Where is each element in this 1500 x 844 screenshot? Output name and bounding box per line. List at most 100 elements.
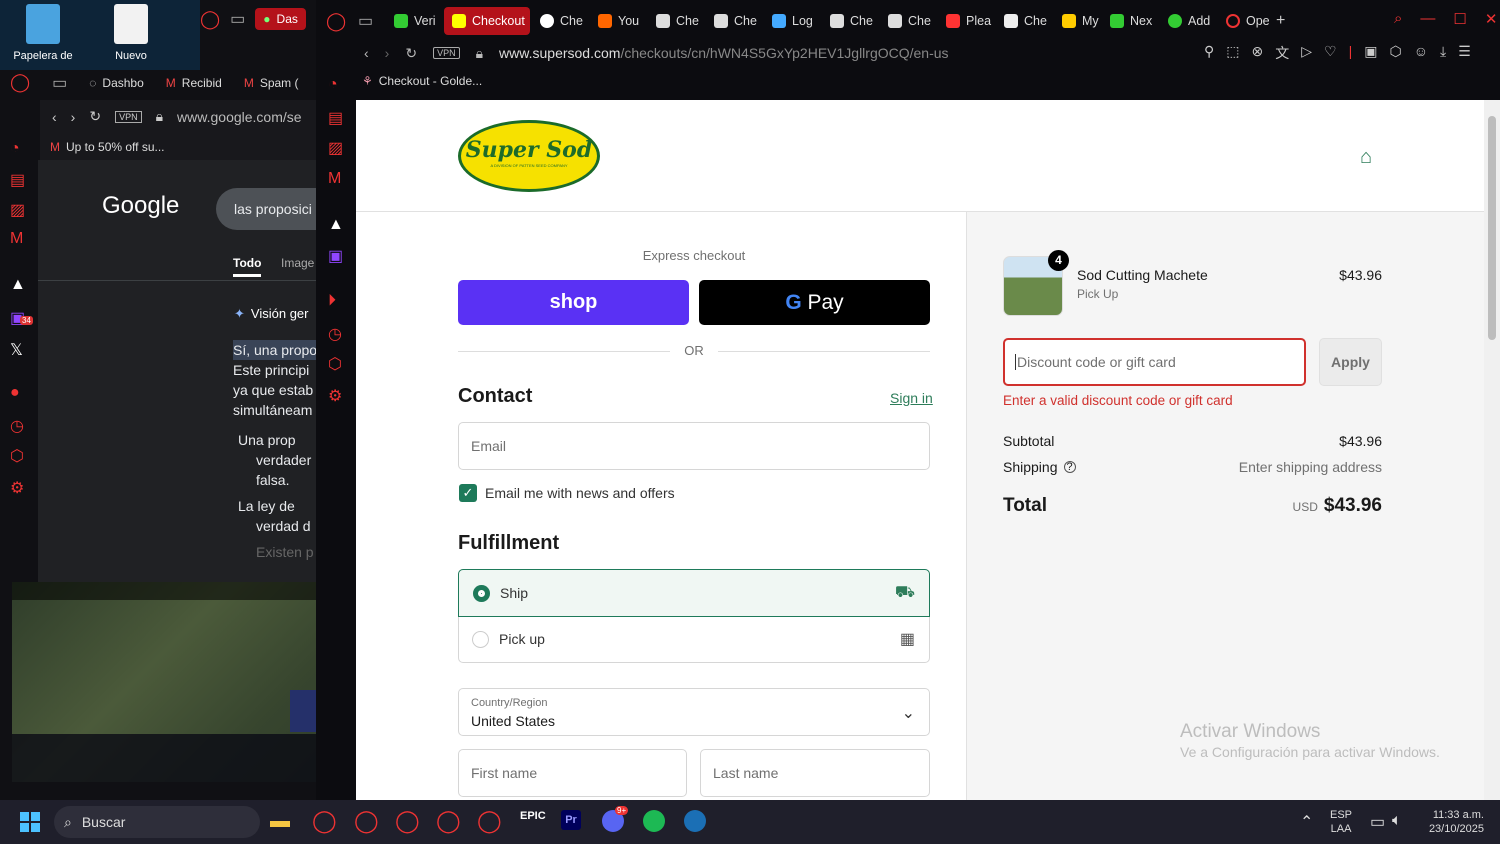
tab[interactable]: Che [706, 7, 762, 35]
supersod-logo[interactable]: Super Sod A DIVISION OF PATTEN SEED COMP… [458, 120, 600, 192]
settings-icon[interactable]: ⚙ [328, 386, 342, 406]
maximize-icon[interactable]: ☐ [1453, 10, 1466, 28]
chevron-up-icon[interactable]: ⌃ [1300, 812, 1313, 832]
google-pay-button[interactable]: G Pay [699, 280, 930, 325]
pin-icon[interactable]: ⚲ [1204, 43, 1214, 63]
shopping-bag-icon[interactable]: ⌂ [1360, 146, 1372, 169]
vpn-badge[interactable]: VPN [433, 47, 460, 59]
snapshot-icon[interactable]: ⬚ [1226, 43, 1239, 63]
volume-icon[interactable]: 🔈︎ [1392, 812, 1402, 830]
x-twitter-icon[interactable]: 𝕏 [10, 340, 23, 360]
tab[interactable]: Che [880, 7, 936, 35]
opera-taskbar-icon[interactable]: ◯ [436, 808, 461, 834]
url-field[interactable]: www.supersod.com/checkouts/cn/hWN4S5GxYp… [499, 45, 949, 61]
opera-taskbar-icon[interactable]: ◯ [354, 808, 379, 834]
tab[interactable]: Che [822, 7, 878, 35]
tab-island-icon[interactable]: ▣ [1364, 43, 1377, 63]
tab-images[interactable]: Image [281, 256, 314, 270]
tab[interactable]: Che [996, 7, 1052, 35]
menu-icon[interactable]: ☰ [1458, 43, 1471, 63]
profile-icon[interactable]: ☺ [1414, 43, 1428, 63]
extensions-icon[interactable]: ⬡ [328, 354, 342, 374]
country-select[interactable]: Country/Region United States ⌄ [458, 688, 930, 736]
back-tab-active[interactable]: ● Das [255, 8, 306, 30]
pinboard-icon[interactable]: ▨ [328, 138, 343, 158]
page-scrollbar[interactable] [1484, 100, 1500, 800]
tab[interactable]: Add [1160, 7, 1216, 35]
reload-icon[interactable]: ↻ [89, 108, 101, 125]
opera-icon[interactable]: ◯ [200, 9, 220, 30]
messenger-icon[interactable]: M [10, 230, 23, 248]
new-tab-icon[interactable]: + [1276, 12, 1296, 30]
tab[interactable]: Che [648, 7, 704, 35]
crypto-wallet-icon[interactable]: ▤ [328, 108, 343, 128]
tab-icon[interactable]: ▭ [230, 9, 245, 29]
player-icon[interactable]: ⏵ [328, 292, 336, 310]
crypto-wallet-icon[interactable]: ▤ [10, 170, 25, 190]
steam-icon[interactable] [684, 810, 706, 832]
back-bookmark[interactable]: M Up to 50% off su... [50, 140, 165, 154]
aria-icon[interactable]: ▲ [328, 216, 344, 234]
premiere-icon[interactable]: Pr [561, 810, 581, 830]
forward-arrow-icon[interactable]: › [385, 45, 390, 61]
speed-dial-icon[interactable]: ◔ [328, 76, 338, 94]
back-tab[interactable]: ◌ Dashbo [89, 76, 144, 90]
opera-taskbar-icon[interactable]: ◯ [312, 808, 337, 834]
heart-icon[interactable]: ♡ [1324, 43, 1337, 63]
desktop-icon-new[interactable]: Nuevo [96, 4, 166, 62]
messenger-icon[interactable]: M [328, 170, 341, 188]
twitch-icon[interactable]: ▣ [328, 246, 343, 266]
opera-taskbar-icon[interactable]: ◯ [477, 808, 502, 834]
back-tab[interactable]: M Recibid [166, 76, 222, 90]
file-explorer-icon[interactable]: ▬ [270, 810, 290, 833]
help-icon[interactable]: ? [1063, 461, 1076, 473]
tab-island-icon[interactable]: ▭ [358, 11, 384, 31]
tab[interactable]: Log [764, 7, 820, 35]
pinboard-icon[interactable]: ▨ [10, 200, 25, 220]
aria-icon[interactable]: ▲ [10, 276, 26, 294]
opera-menu-icon[interactable]: ◯ [326, 11, 356, 32]
network-icon[interactable]: ▭ [1370, 812, 1385, 832]
pickup-radio[interactable] [472, 631, 489, 648]
opera-taskbar-icon[interactable]: ◯ [395, 808, 420, 834]
last-name-field[interactable]: Last name [700, 749, 930, 797]
opera-icon[interactable]: ◯ [10, 72, 30, 93]
ship-radio[interactable] [473, 585, 490, 602]
reload-icon[interactable]: ↻ [405, 45, 417, 62]
back-url[interactable]: www.google.com/se [177, 109, 302, 125]
tab[interactable]: Plea [938, 7, 994, 35]
email-field[interactable]: Email [458, 422, 930, 470]
pickup-option[interactable]: Pick up ▦ [459, 617, 929, 663]
search-tabs-icon[interactable]: ⌕ [1394, 10, 1402, 28]
taskbar-search[interactable]: ⌕ Buscar [54, 806, 260, 838]
close-icon[interactable]: ✕ [1485, 10, 1498, 28]
history-icon[interactable]: ◷ [10, 416, 24, 436]
tab-checkout-active[interactable]: Checkout [444, 7, 530, 35]
tab[interactable]: Nex [1102, 7, 1158, 35]
back-arrow-icon[interactable]: ‹ [52, 109, 57, 125]
discount-input[interactable]: Discount code or gift card [1003, 338, 1306, 386]
minimize-icon[interactable]: — [1420, 10, 1435, 28]
spotify-icon[interactable] [643, 810, 665, 832]
adblock-icon[interactable]: ⊗ [1252, 43, 1264, 63]
tab[interactable]: Ope [1218, 7, 1274, 35]
tab[interactable]: My [1054, 7, 1100, 35]
sign-in-link[interactable]: Sign in [890, 390, 933, 406]
extensions-icon[interactable]: ⬡ [10, 446, 24, 466]
bookmark-checkout[interactable]: ⚘ Checkout - Golde... [362, 74, 482, 88]
speed-dial-icon[interactable]: ◔ [10, 140, 20, 158]
desktop-icon-recycle[interactable]: Papelera de [8, 4, 78, 62]
forward-arrow-icon[interactable]: › [71, 109, 76, 125]
tab[interactable]: You [590, 7, 646, 35]
pip-video[interactable] [12, 582, 368, 782]
back-arrow-icon[interactable]: ‹ [364, 45, 369, 61]
ship-option[interactable]: Ship ⛟ [458, 569, 930, 617]
tab-icon[interactable]: ▭ [52, 73, 67, 93]
language-indicator[interactable]: ESP LAA [1330, 808, 1352, 836]
scrollbar-thumb[interactable] [1488, 116, 1496, 340]
tab[interactable]: Che [532, 7, 588, 35]
tab[interactable]: Veri [386, 7, 442, 35]
spotify-icon[interactable]: ● [10, 384, 20, 402]
first-name-field[interactable]: First name [458, 749, 687, 797]
apply-button[interactable]: Apply [1319, 338, 1382, 386]
